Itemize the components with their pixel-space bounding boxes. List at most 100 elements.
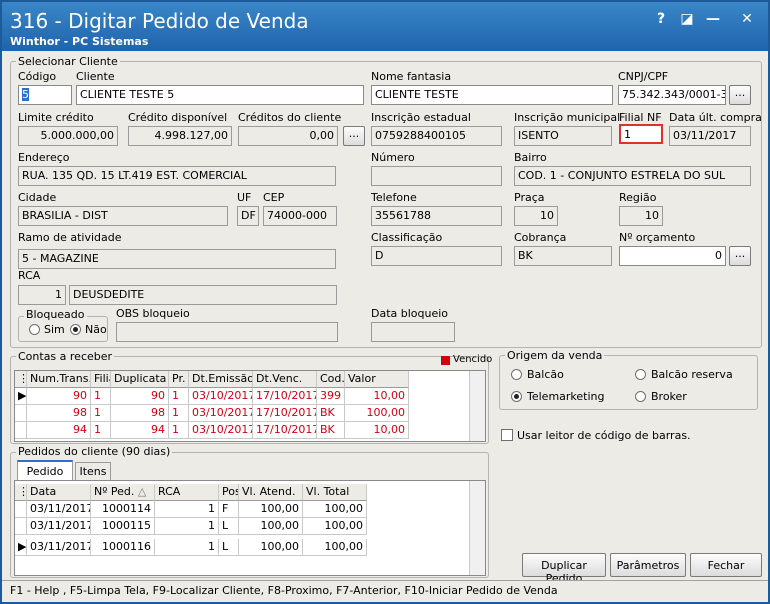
help-icon[interactable]: ?	[652, 10, 670, 28]
table-row[interactable]: ▶ 03/11/2017 1000116 1 L 100,00 100,00	[15, 539, 371, 556]
fechar-button[interactable]: Fechar	[690, 553, 762, 577]
telefone-field: 35561788	[371, 206, 502, 226]
ie-field: 0759288400105	[371, 126, 502, 146]
close-icon[interactable]: ✕	[738, 10, 756, 28]
row-pointer-icon: ▶	[15, 539, 27, 556]
cnpj-field[interactable]: 75.342.343/0001-33	[618, 85, 726, 105]
table-cell: 17/10/2017	[253, 388, 317, 405]
restore-icon[interactable]: ◪	[678, 10, 696, 28]
columns-icon[interactable]: ⋮	[15, 484, 27, 501]
table-row[interactable]: 98 1 98 1 03/10/2017 17/10/2017 BK 100,0…	[15, 405, 471, 422]
table-cell: 17/10/2017	[253, 405, 317, 422]
table-cell: 100,00	[239, 539, 303, 556]
bloqueado-nao-label: Não	[85, 323, 107, 336]
orcamento-field[interactable]: 0	[619, 246, 726, 266]
pedidos-col-data[interactable]: Data	[27, 484, 91, 501]
table-cell: 03/10/2017	[189, 388, 253, 405]
table-cell: 1	[155, 501, 219, 518]
table-cell: 1	[91, 388, 111, 405]
bloqueado-sim-radio[interactable]	[29, 324, 40, 335]
orcamento-label: Nº orçamento	[619, 231, 696, 244]
classificacao-label: Classificação	[371, 231, 443, 244]
cidade-field: BRASILIA - DIST	[18, 206, 228, 226]
contas-col-numtrans[interactable]: Num.Trans.	[27, 371, 91, 388]
row-indicator	[15, 501, 27, 518]
cnpj-search-button[interactable]: ...	[729, 85, 751, 105]
table-cell: 03/11/2017	[27, 501, 91, 518]
filial-field[interactable]: 1	[619, 124, 663, 144]
duplicar-button[interactable]: Duplicar Pedido	[522, 553, 606, 585]
table-cell: 94	[27, 422, 91, 439]
origem-broker-radio[interactable]	[635, 391, 646, 402]
bloqueado-nao-radio[interactable]	[70, 324, 81, 335]
contas-header-row: ⋮ Num.Trans. Filia Duplicata Pr. Dt.Emis…	[15, 371, 485, 388]
cnpj-label: CNPJ/CPF	[618, 70, 669, 83]
origem-balcao-label: Balcão	[527, 368, 564, 381]
pedidos-col-rca[interactable]: RCA	[155, 484, 219, 501]
contas-col-filial[interactable]: Filia	[91, 371, 111, 388]
origem-balcao-radio[interactable]	[511, 369, 522, 380]
pedidos-col-numped[interactable]: Nº Ped. △	[91, 484, 155, 501]
pedidos-scrollbar[interactable]	[469, 481, 485, 575]
table-row[interactable]: 03/11/2017 1000114 1 F 100,00 100,00	[15, 501, 371, 518]
table-row[interactable]: ▶ 90 1 90 1 03/10/2017 17/10/2017 399 10…	[15, 388, 471, 405]
im-field: ISENTO	[514, 126, 612, 146]
origem-telemarketing-radio[interactable]	[511, 391, 522, 402]
table-cell: 1	[169, 388, 189, 405]
pedidos-col-pos[interactable]: Pos	[219, 484, 239, 501]
contas-col-valor[interactable]: Valor	[345, 371, 409, 388]
bloqueado-label: Bloqueado	[24, 308, 87, 321]
fantasia-field[interactable]: CLIENTE TESTE	[371, 85, 613, 105]
sort-asc-icon: △	[137, 485, 147, 498]
table-cell: L	[219, 539, 239, 556]
parametros-button[interactable]: Parâmetros	[610, 553, 686, 577]
pedidos-col-vlatend[interactable]: Vl. Atend.	[239, 484, 303, 501]
cliente-field[interactable]: CLIENTE TESTE 5	[76, 85, 364, 105]
table-cell: 03/10/2017	[189, 422, 253, 439]
contas-col-dtvenc[interactable]: Dt.Venc.	[253, 371, 317, 388]
columns-icon[interactable]: ⋮	[15, 371, 27, 388]
table-row[interactable]: 94 1 94 1 03/10/2017 17/10/2017 BK 10,00	[15, 422, 471, 439]
pedidos-header-row: ⋮ Data Nº Ped. △ RCA Pos Vl. Atend. Vl. …	[15, 484, 371, 501]
contas-col-dtemissao[interactable]: Dt.Emissão	[189, 371, 253, 388]
window-subtitle: Winthor - PC Sistemas	[10, 35, 149, 48]
ramo-field: 5 - MAGAZINE	[18, 249, 336, 269]
uf-field: DF	[237, 206, 259, 226]
orcamento-search-button[interactable]: ...	[729, 246, 751, 266]
table-row[interactable]: 03/11/2017 1000115 1 L 100,00 100,00	[15, 518, 371, 535]
credito-label: Crédito disponível	[128, 111, 228, 124]
creditos-label: Créditos do cliente	[238, 111, 342, 124]
origem-balcao-reserva-radio[interactable]	[635, 369, 646, 380]
table-cell: 100,00	[303, 518, 367, 535]
im-label: Inscrição municipal	[514, 111, 621, 124]
pedidos-col-vltotal[interactable]: Vl. Total	[303, 484, 367, 501]
praca-field: 10	[514, 206, 558, 226]
table-cell: 100,00	[303, 501, 367, 518]
table-cell: 399	[317, 388, 345, 405]
minimize-icon[interactable]: —	[704, 10, 722, 28]
filial-label: Filial NF	[619, 111, 662, 124]
origem-telemarketing-label: Telemarketing	[527, 390, 605, 403]
codigo-label: Código	[18, 70, 57, 83]
tab-pedido[interactable]: Pedido	[17, 460, 73, 480]
contas-col-duplicata[interactable]: Duplicata	[111, 371, 169, 388]
data-compra-field: 03/11/2017	[669, 126, 751, 146]
telefone-label: Telefone	[371, 191, 417, 204]
rca-name-field: DEUSDEDITE	[69, 285, 337, 305]
main-window: 316 - Digitar Pedido de Venda Winthor - …	[0, 0, 770, 604]
tab-itens[interactable]: Itens	[75, 462, 111, 480]
data-bloq-label: Data bloqueio	[371, 307, 449, 320]
table-cell: 100,00	[239, 501, 303, 518]
contas-scrollbar[interactable]	[469, 371, 485, 441]
table-cell: 1	[169, 405, 189, 422]
origem-title: Origem da venda	[505, 349, 605, 362]
leitor-label: Usar leitor de código de barras.	[517, 429, 691, 442]
leitor-checkbox[interactable]	[501, 429, 513, 441]
contas-col-pr[interactable]: Pr.	[169, 371, 189, 388]
creditos-field: 0,00	[238, 126, 338, 146]
regiao-label: Região	[619, 191, 657, 204]
codigo-field[interactable]: 5	[18, 85, 72, 105]
creditos-button[interactable]: ...	[343, 126, 365, 146]
rca-code-field: 1	[18, 285, 66, 305]
contas-col-cod[interactable]: Cod.	[317, 371, 345, 388]
